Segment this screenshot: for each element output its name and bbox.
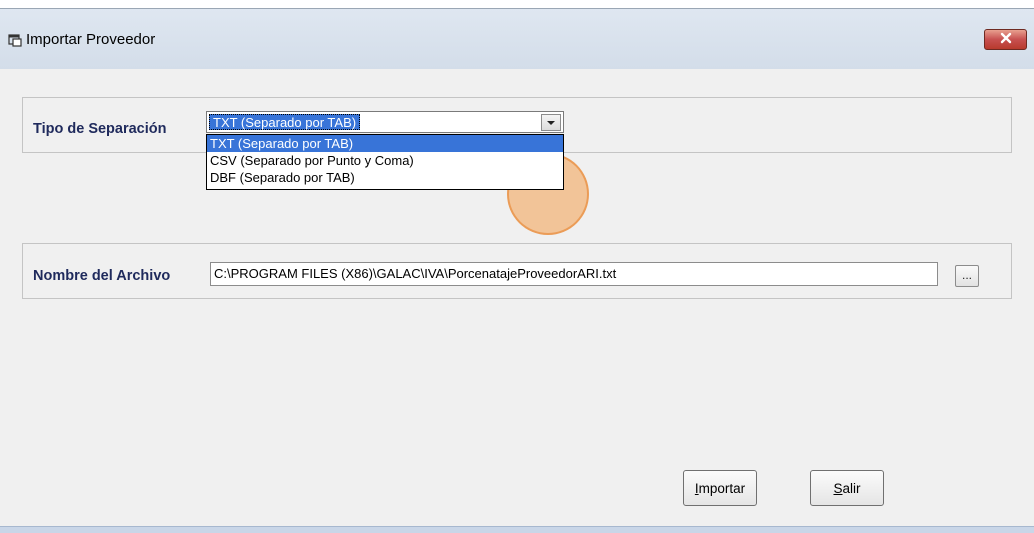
exit-button[interactable]: Salir — [810, 470, 884, 506]
file-path-field[interactable]: C:\PROGRAM FILES (X86)\GALAC\IVA\Porcena… — [210, 262, 938, 286]
separation-dropdown-list: TXT (Separado por TAB) CSV (Separado por… — [206, 134, 564, 190]
window-title: Importar Proveedor — [26, 31, 156, 48]
dropdown-option[interactable]: CSV (Separado por Punto y Coma) — [207, 152, 563, 169]
separation-label: Tipo de Separación — [33, 121, 167, 137]
browse-button[interactable]: ... — [955, 265, 979, 287]
close-button[interactable] — [984, 29, 1027, 50]
exit-label-rest: alir — [842, 480, 861, 496]
title-bar[interactable]: Importar Proveedor — [0, 9, 1034, 69]
separation-selected-value: TXT (Separado por TAB) — [209, 114, 361, 130]
import-button[interactable]: Importar — [683, 470, 757, 506]
import-label-rest: mportar — [698, 480, 746, 496]
window-bottom-border — [0, 526, 1034, 533]
chevron-down-icon — [547, 120, 555, 125]
close-icon — [999, 31, 1013, 49]
dropdown-option[interactable]: TXT (Separado por TAB) — [207, 135, 563, 152]
separation-dropdown-button[interactable] — [541, 114, 561, 131]
file-label: Nombre del Archivo — [33, 268, 171, 284]
separation-combobox[interactable]: TXT (Separado por TAB) — [206, 111, 564, 133]
dropdown-option[interactable]: DBF (Separado por TAB) — [207, 169, 563, 186]
exit-mnemonic: S — [833, 480, 843, 496]
app-window-icon — [8, 33, 22, 47]
